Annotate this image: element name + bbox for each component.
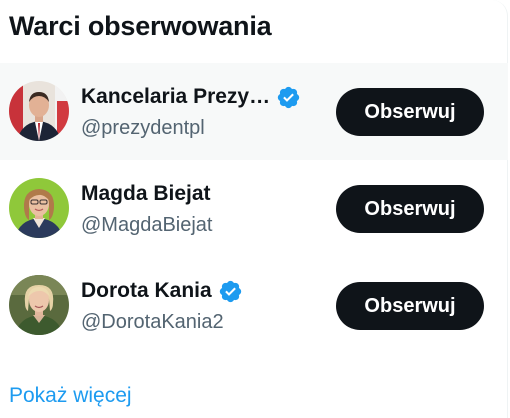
suggestion-row-dorotakania2[interactable]: Dorota Kania @DorotaKania2 Obserwuj (0, 257, 508, 354)
show-more-link[interactable]: Pokaż więcej (9, 381, 132, 411)
follow-button[interactable]: Obserwuj (336, 88, 484, 136)
account-handle[interactable]: @prezydentpl (81, 115, 205, 141)
suggestion-row-prezydentpl[interactable]: Kancelaria Prezy… @prezydentpl Obserwuj (0, 63, 508, 160)
man-in-suit-avatar (9, 81, 69, 141)
account-name[interactable]: Magda Biejat (81, 180, 211, 208)
verified-badge-icon (277, 86, 300, 108)
account-handle[interactable]: @DorotaKania2 (81, 309, 224, 335)
avatar[interactable] (9, 81, 69, 141)
verified-badge-icon (219, 280, 241, 302)
avatar[interactable] (9, 275, 69, 335)
account-handle[interactable]: @MagdaBiejat (81, 212, 212, 238)
woman-blonde-avatar (9, 275, 69, 335)
who-to-follow-panel: Warci obserwowania Kancelaria Prezy… @pr… (0, 0, 508, 418)
account-name[interactable]: Dorota Kania (81, 277, 212, 305)
name-line: Dorota Kania (81, 277, 243, 305)
woman-green-background-avatar (9, 178, 69, 238)
follow-button[interactable]: Obserwuj (336, 185, 484, 233)
suggestion-row-magdabiejat[interactable]: Magda Biejat @MagdaBiejat Obserwuj (0, 160, 508, 257)
account-name[interactable]: Kancelaria Prezy… (81, 83, 270, 111)
follow-button[interactable]: Obserwuj (336, 282, 484, 330)
avatar[interactable] (9, 178, 69, 238)
name-line: Magda Biejat (81, 180, 211, 208)
panel-title: Warci obserwowania (9, 11, 272, 41)
name-line: Kancelaria Prezy… (81, 83, 301, 111)
